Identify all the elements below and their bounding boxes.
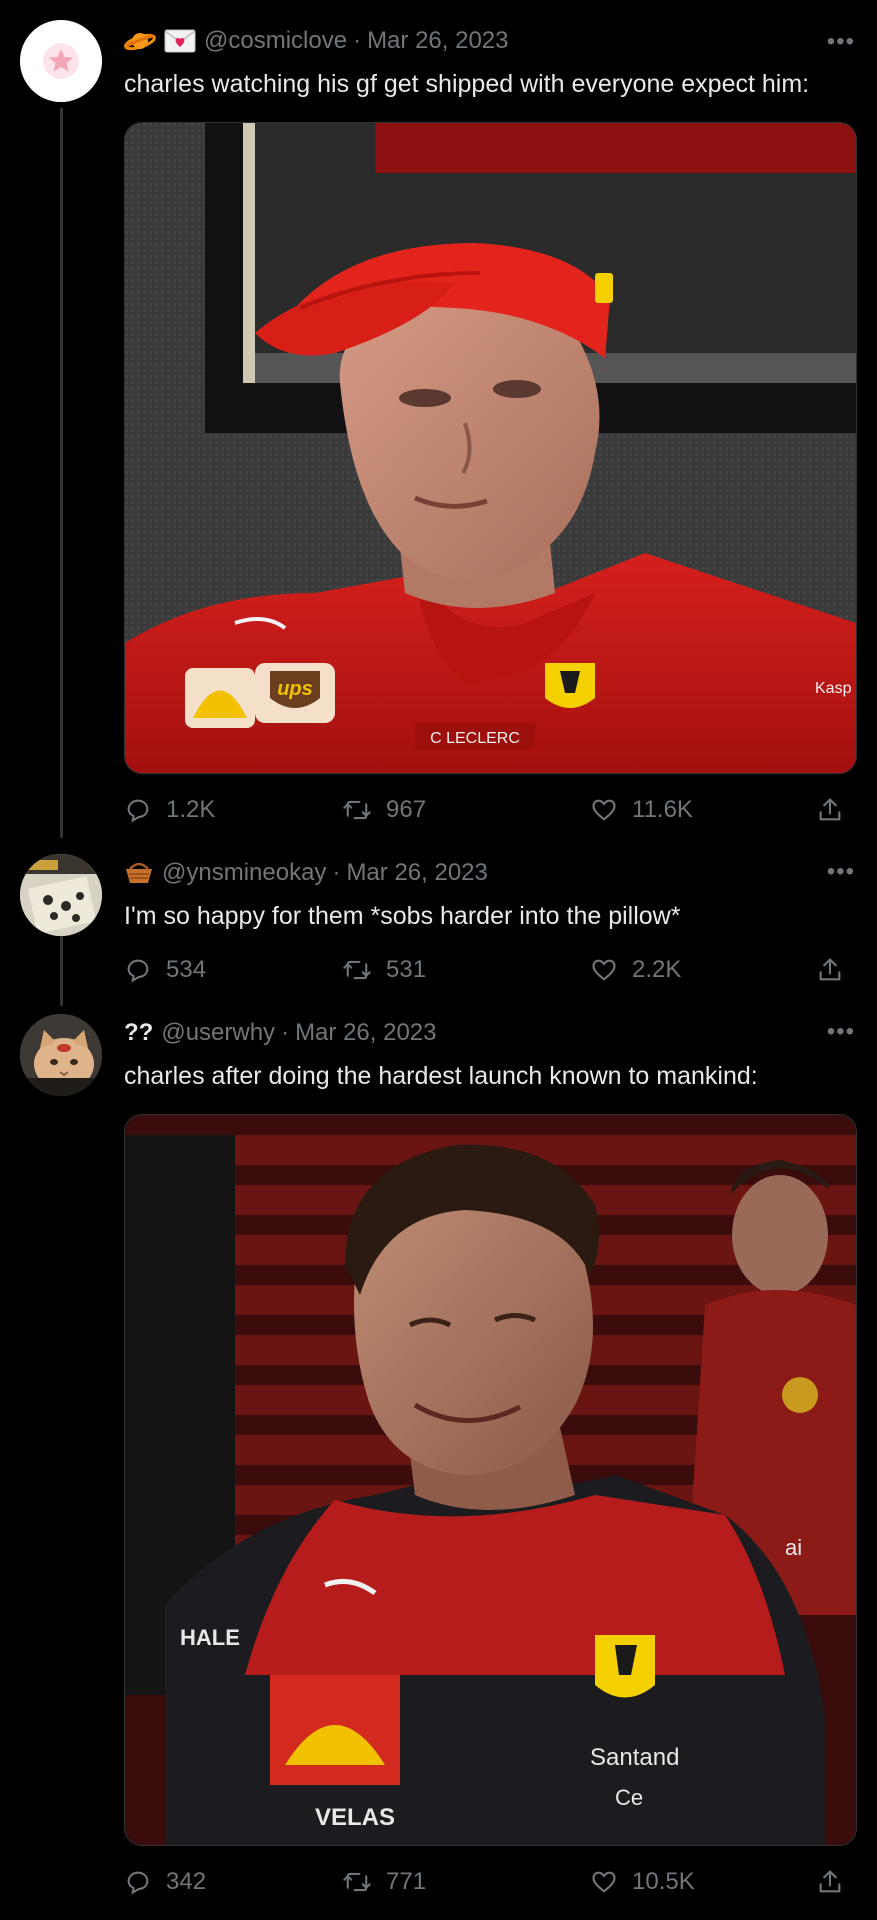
share-button[interactable] <box>816 1868 858 1896</box>
more-options-icon[interactable]: ••• <box>827 860 855 884</box>
cevital-logo-text: Ce <box>615 1785 643 1810</box>
like-count: 11.6K <box>632 796 693 823</box>
aws-logo-text: ai <box>785 1535 802 1560</box>
tweet-3-date[interactable]: Mar 26, 2023 <box>295 1019 436 1047</box>
retweet-count: 531 <box>386 956 427 983</box>
reply-button[interactable]: 534 <box>124 956 206 984</box>
tweet-3-photo[interactable]: VELAS Santand Ce HALE ai <box>124 1114 857 1846</box>
retweet-icon <box>343 960 371 980</box>
separator-dot: · <box>332 859 341 886</box>
separator-dot: · <box>353 27 362 54</box>
ringed-planet-icon <box>124 28 156 54</box>
like-count: 2.2K <box>632 956 682 983</box>
reply-icon <box>127 799 149 823</box>
basket-icon <box>124 861 154 885</box>
tweet-2-actions: 534 531 2.2K <box>124 950 855 990</box>
tweet-1-photo[interactable]: ups C LECLERC Kasp <box>124 122 857 774</box>
ups-logo-text: ups <box>277 678 313 700</box>
heart-icon <box>592 1871 616 1893</box>
reply-button[interactable]: 1.2K <box>124 796 215 824</box>
tweet-3-actions: 342 771 10.5K <box>124 1862 855 1902</box>
reply-icon <box>127 959 149 983</box>
tweet-2-handle[interactable]: @ynsmineokay <box>162 859 326 887</box>
retweet-button[interactable]: 531 <box>342 956 426 984</box>
retweet-button[interactable]: 967 <box>342 796 426 824</box>
retweet-button[interactable]: 771 <box>342 1868 426 1896</box>
retweet-count: 967 <box>386 796 427 823</box>
tweet-3-display-name[interactable]: ?? <box>124 1019 153 1047</box>
reply-icon <box>127 1871 149 1895</box>
tweet-1-actions: 1.2K 967 11.6K <box>124 790 855 830</box>
velas-logo-text: VELAS <box>315 1804 395 1831</box>
tweet-3-text: charles after doing the hardest launch k… <box>124 1062 758 1090</box>
like-button[interactable]: 2.2K <box>590 956 681 984</box>
share-button[interactable] <box>816 796 858 824</box>
tweet-1-text: charles watching his gf get shipped with… <box>124 70 810 98</box>
avatar-stamps-image <box>20 854 102 936</box>
santander-logo-text: Santand <box>590 1744 679 1771</box>
envelope-heart-icon <box>164 29 196 53</box>
sleeve-logo-text: HALE <box>180 1625 240 1650</box>
retweet-count: 771 <box>386 1868 427 1895</box>
tweet-3-handle[interactable]: @userwhy <box>161 1019 275 1047</box>
share-icon <box>819 798 841 821</box>
thread-line-1 <box>60 108 63 838</box>
like-button[interactable]: 10.5K <box>590 1868 695 1896</box>
like-count: 10.5K <box>632 1868 695 1895</box>
tweet-1-handle[interactable]: @cosmiclove <box>204 27 347 55</box>
share-icon <box>819 1870 841 1893</box>
reply-count: 534 <box>166 956 207 983</box>
heart-icon <box>592 959 616 981</box>
avatar-ynsmineokay[interactable] <box>20 854 102 936</box>
kaspersky-logo-text: Kasp <box>815 680 852 697</box>
pink-star-icon <box>20 20 102 102</box>
share-button[interactable] <box>816 956 858 984</box>
retweet-icon <box>343 1872 371 1892</box>
reply-button[interactable]: 342 <box>124 1868 206 1896</box>
like-button[interactable]: 11.6K <box>590 796 693 824</box>
tweet-1-header: @cosmiclove · Mar 26, 2023 <box>124 24 508 58</box>
reply-count: 1.2K <box>166 796 216 823</box>
heart-icon <box>592 799 616 821</box>
photo-smiling-driver: VELAS Santand Ce HALE ai <box>125 1115 856 1845</box>
photo-driver-in-red-cap: ups C LECLERC Kasp <box>125 123 856 773</box>
tweet-2-header: @ynsmineokay · Mar 26, 2023 <box>124 856 488 890</box>
share-icon <box>819 958 841 981</box>
more-options-icon[interactable]: ••• <box>827 30 855 54</box>
avatar-cosmiclove[interactable] <box>20 20 102 102</box>
tweet-2-date[interactable]: Mar 26, 2023 <box>346 859 487 887</box>
thread-line-2 <box>60 936 63 1006</box>
jersey-name-text: C LECLERC <box>430 730 520 747</box>
avatar-userwhy[interactable] <box>20 1014 102 1096</box>
more-options-icon[interactable]: ••• <box>827 1020 855 1044</box>
reply-count: 342 <box>166 1868 207 1895</box>
separator-dot: · <box>281 1019 290 1046</box>
avatar-cat-image <box>20 1014 102 1096</box>
tweet-1-date[interactable]: Mar 26, 2023 <box>367 27 508 55</box>
tweet-2-text: I'm so happy for them *sobs harder into … <box>124 902 681 930</box>
retweet-icon <box>343 800 371 820</box>
tweet-3-header: ?? @userwhy · Mar 26, 2023 <box>124 1016 436 1050</box>
